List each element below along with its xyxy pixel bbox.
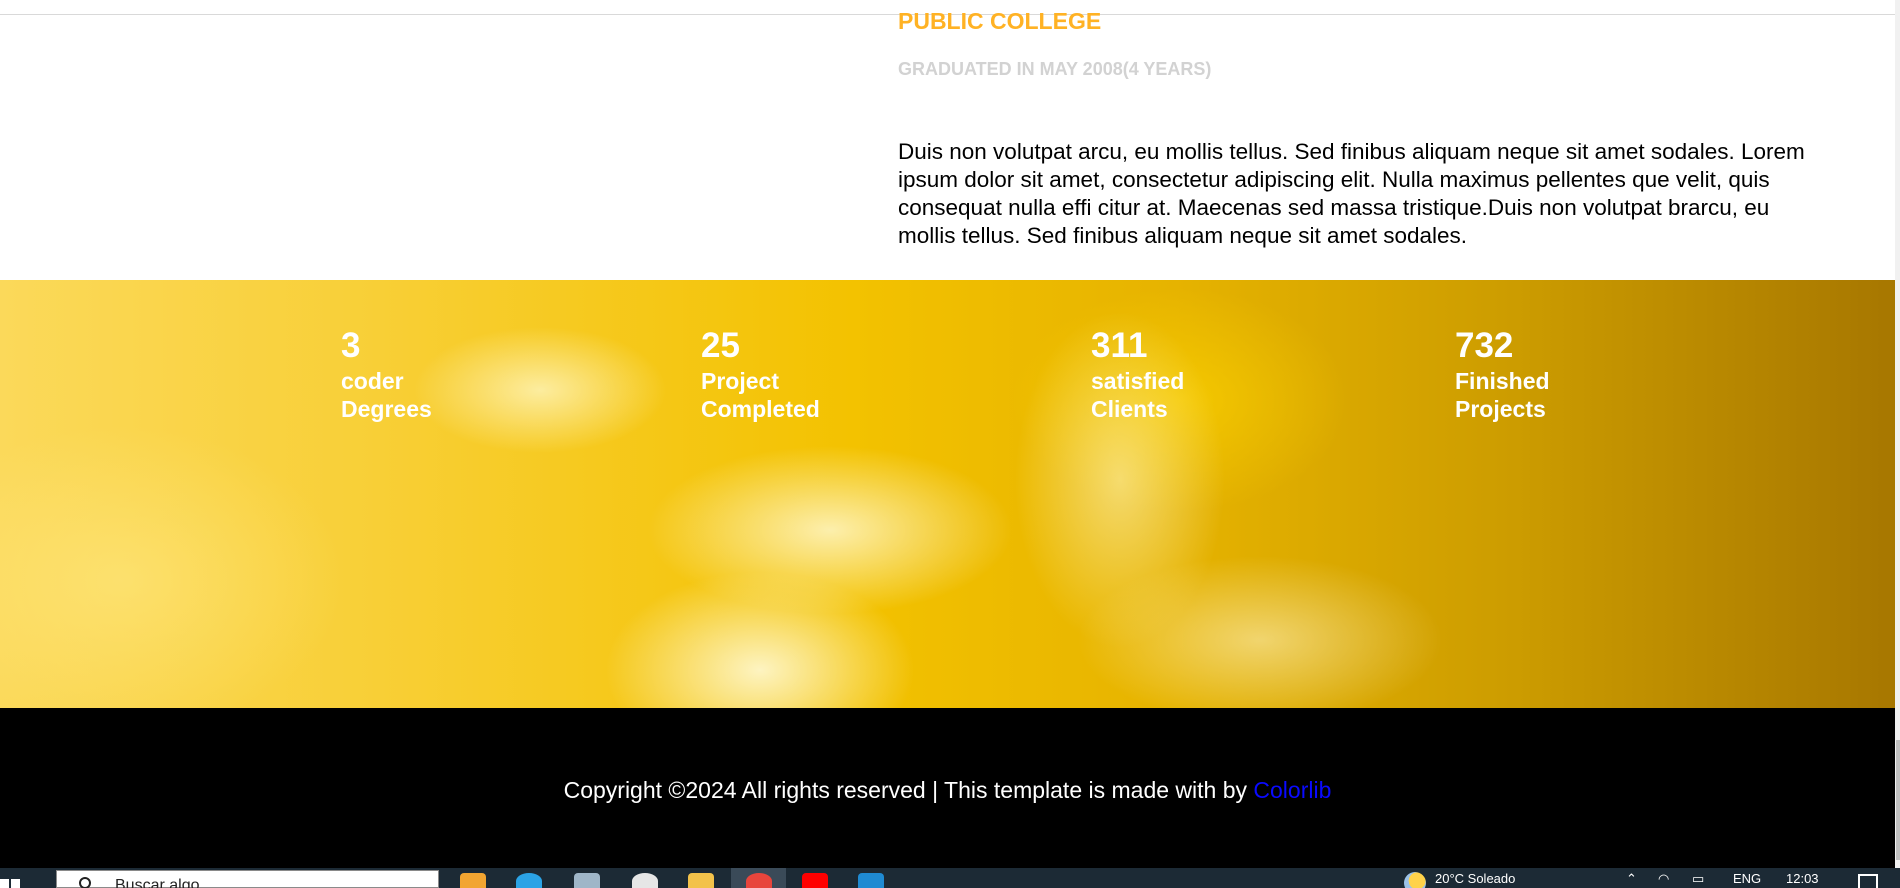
stat-degrees: 3 coder Degrees [341,325,432,423]
notepad-icon[interactable] [574,873,600,888]
browser-viewport: PUBLIC COLLEGE GRADUATED IN MAY 2008(4 Y… [0,0,1900,888]
windows-logo-icon [11,879,20,888]
chrome-browser-icon[interactable] [746,873,772,888]
windows-logo-icon [0,879,9,888]
edge-browser-icon[interactable] [516,873,542,888]
stat-label-line1: satisfied [1091,368,1185,394]
paint-palette-icon[interactable] [632,873,658,888]
stat-number: 732 [1455,326,1514,365]
school-title: PUBLIC COLLEGE [898,8,1102,34]
education-description: Duis non volutpat arcu, eu mollis tellus… [898,139,1805,248]
volume-icon[interactable]: ▭ [1692,871,1704,887]
stat-finished-projects: 732 Finished Projects [1455,325,1550,423]
graduation-date: GRADUATED IN MAY 2008(4 YEARS) [898,59,1212,79]
stat-projects-completed: 25 Project Completed [701,325,820,423]
clock[interactable]: 12:03 [1786,871,1819,886]
stat-satisfied-clients: 311 satisfied Clients [1091,325,1184,423]
stat-label-line1: Project [701,368,779,394]
stat-number: 311 [1091,326,1148,365]
paint-app-icon[interactable] [460,873,486,888]
stat-label-line2: Degrees [341,396,432,422]
sky-background-image [0,280,1895,708]
stat-label-line1: Finished [1455,368,1550,394]
weather-text[interactable]: 20°C Soleado [1435,871,1515,886]
scrollbar-thumb[interactable] [1896,740,1900,860]
page-scrollbar[interactable] [1895,0,1900,868]
stat-number: 25 [701,326,740,365]
stat-label-line2: Clients [1091,396,1168,422]
notification-icon[interactable] [1858,874,1878,888]
chevron-up-icon[interactable]: ⌃ [1626,871,1637,887]
colorlib-link[interactable]: Colorlib [1253,777,1331,803]
stat-label-line2: Projects [1455,396,1546,422]
start-button[interactable] [0,868,44,888]
file-explorer-icon[interactable] [688,873,714,888]
vscode-icon[interactable] [858,873,884,888]
copyright-label: Copyright ©2024 All rights reserved | Th… [563,777,1254,803]
windows-taskbar: Buscar algo 20°C Soleado ⌃ ◠ ▭ ENG 12:03 [0,868,1900,888]
youtube-icon[interactable] [802,873,828,888]
stat-number: 3 [341,326,361,365]
language-indicator[interactable]: ENG [1733,871,1761,886]
search-placeholder: Buscar algo [115,877,200,888]
network-icon[interactable]: ◠ [1658,871,1669,887]
page-footer: Copyright ©2024 All rights reserved | Th… [0,708,1895,868]
stat-label-line1: coder [341,368,404,394]
stat-label-line2: Completed [701,396,820,422]
copyright-text: Copyright ©2024 All rights reserved | Th… [0,777,1895,804]
taskbar-search-input[interactable]: Buscar algo [56,870,439,888]
weather-icon[interactable] [1404,872,1426,888]
search-icon [79,877,91,888]
stats-section: 3 coder Degrees 25 Project Completed 311… [0,280,1895,708]
